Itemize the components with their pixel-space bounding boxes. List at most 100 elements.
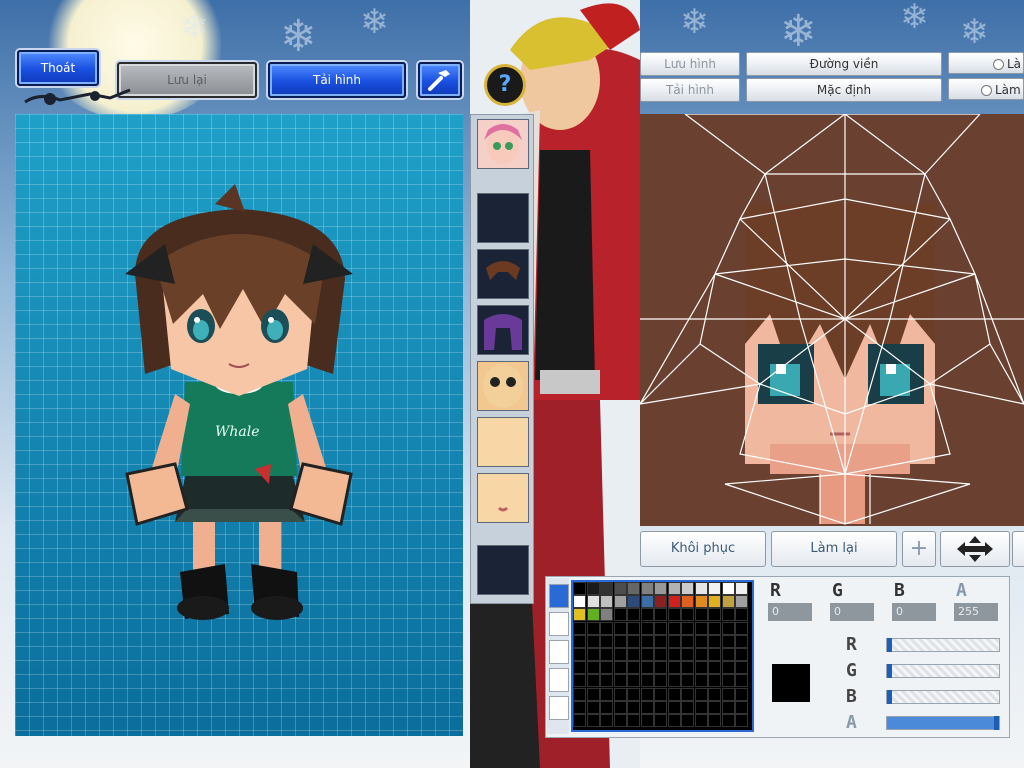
help-icon[interactable]: ? [484,64,526,106]
palette-cell[interactable] [681,608,694,622]
palette-cell[interactable] [627,700,640,714]
palette-cell[interactable] [708,608,721,622]
palette-cell[interactable] [735,714,748,727]
palette-cell[interactable] [654,714,667,727]
palette-cell[interactable] [654,621,667,635]
palette-cell[interactable] [654,582,667,595]
palette-cell[interactable] [721,621,735,635]
palette-cell[interactable] [708,700,721,714]
palette-cell[interactable] [573,714,586,727]
palette-cell[interactable] [694,582,708,595]
palette-cell[interactable] [735,621,748,635]
palette-cell[interactable] [627,582,640,595]
palette-cell[interactable] [681,714,694,727]
palette-cell[interactable] [735,700,748,714]
palette-cell[interactable] [586,621,600,635]
redo-button[interactable]: Làm lại [771,531,897,567]
palette-cell[interactable] [735,595,748,609]
palette-cell[interactable] [586,582,600,595]
thumbnail-empty[interactable] [477,193,529,243]
palette-cell[interactable] [627,714,640,727]
palette-cell[interactable] [640,634,654,648]
palette-cell[interactable] [708,595,721,609]
palette-cell[interactable] [654,595,667,609]
palette-cell[interactable] [694,621,708,635]
thumbnail-hair-purple[interactable] [477,305,529,355]
palette-cell[interactable] [600,634,613,648]
palette-cell[interactable] [600,595,613,609]
default-button[interactable]: Mặc định [746,78,942,102]
palette-cell[interactable] [694,661,708,675]
palette-cell[interactable] [694,714,708,727]
palette-cell[interactable] [654,634,667,648]
palette-cell[interactable] [613,608,627,622]
palette-cell[interactable] [627,674,640,688]
palette-cell[interactable] [694,634,708,648]
palette-cell[interactable] [613,582,627,595]
palette-cell[interactable] [708,634,721,648]
palette-cell[interactable] [600,674,613,688]
palette-cell[interactable] [586,661,600,675]
palette-cell[interactable] [681,661,694,675]
palette-cell[interactable] [721,674,735,688]
character-canvas[interactable]: Whale [15,114,463,736]
palette-cell[interactable] [600,608,613,622]
restore-button[interactable]: Khôi phục [640,531,766,567]
palette-cell[interactable] [681,582,694,595]
palette-cell[interactable] [613,674,627,688]
r-value-field[interactable]: 0 [768,603,812,621]
palette-cell[interactable] [586,687,600,701]
palette-cell[interactable] [627,621,640,635]
palette-cell[interactable] [640,582,654,595]
r-slider[interactable] [886,638,1000,652]
palette-cell[interactable] [613,714,627,727]
palette-cell[interactable] [667,700,681,714]
palette-cell[interactable] [654,674,667,688]
palette-cell[interactable] [721,634,735,648]
palette-cell[interactable] [721,687,735,701]
palette-cell[interactable] [721,582,735,595]
palette-cell[interactable] [735,661,748,675]
palette-cell[interactable] [667,608,681,622]
palette-cell[interactable] [721,661,735,675]
b-slider[interactable] [886,690,1000,704]
outline-button[interactable]: Đường viền [746,52,942,76]
palette-cell[interactable] [600,714,613,727]
palette-cell[interactable] [640,648,654,661]
g-slider[interactable] [886,664,1000,678]
palette-cell[interactable] [667,674,681,688]
palette-cell[interactable] [708,687,721,701]
palette-cell[interactable] [586,714,600,727]
palette-cell[interactable] [600,661,613,675]
palette-cell[interactable] [681,595,694,609]
hammer-tool-button[interactable] [418,62,462,98]
palette-cell[interactable] [586,648,600,661]
exit-button[interactable]: Thoát [17,50,99,86]
palette-cell[interactable] [681,674,694,688]
palette-cell[interactable] [721,700,735,714]
palette-cell[interactable] [586,595,600,609]
thumbnail-face-mouth[interactable] [477,473,529,523]
palette-cell[interactable] [613,687,627,701]
palette-cell[interactable] [654,687,667,701]
palette-cell[interactable] [613,634,627,648]
palette-cell[interactable] [573,582,586,595]
palette-tab[interactable] [549,584,569,608]
palette-cell[interactable] [640,700,654,714]
palette-cell[interactable] [640,621,654,635]
face-texture-editor[interactable] [639,113,1024,526]
palette-cell[interactable] [573,687,586,701]
palette-cell[interactable] [627,595,640,609]
palette-cell[interactable] [600,621,613,635]
palette-cell[interactable] [721,714,735,727]
palette-cell[interactable] [667,595,681,609]
palette-tab[interactable] [549,640,569,664]
radio-option-2[interactable]: Làm [948,78,1024,100]
palette-tab[interactable] [549,668,569,692]
add-button[interactable]: + [902,531,936,567]
palette-cell[interactable] [681,634,694,648]
palette-cell[interactable] [654,648,667,661]
palette-cell[interactable] [708,674,721,688]
g-value-field[interactable]: 0 [830,603,874,621]
extra-button[interactable] [1012,531,1024,567]
